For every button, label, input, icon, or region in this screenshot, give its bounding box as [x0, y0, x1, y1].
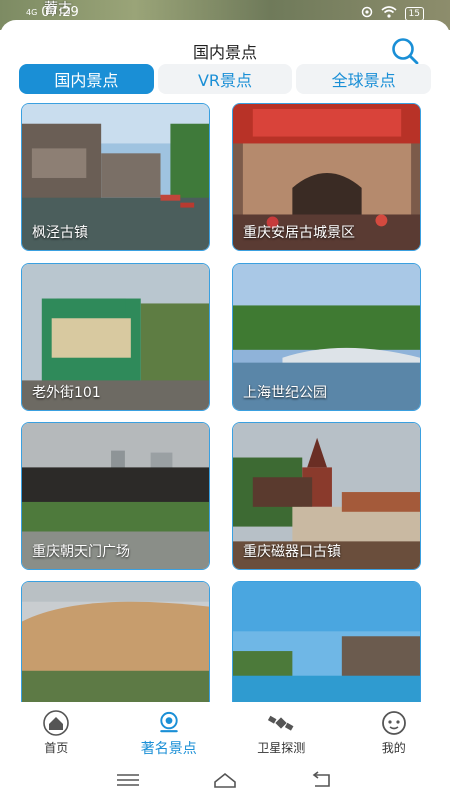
signal-indicator: 4G — [26, 7, 38, 17]
nav-label-profile: 我的 — [381, 741, 406, 755]
nav-item-profile[interactable]: 我的 — [338, 702, 450, 758]
home-icon — [43, 710, 70, 736]
tab-vr[interactable]: VR景点 — [157, 64, 293, 94]
spot-card[interactable]: 上海世纪公园 — [232, 263, 421, 411]
spot-name: 重庆朝天门广场 — [32, 544, 130, 560]
bottom-nav: 首页 著名景点 卫星探测 我的 — [0, 702, 450, 758]
spot-card[interactable]: 重庆磁器口古镇 — [232, 422, 421, 570]
profile-icon — [381, 711, 406, 735]
scenic-spot-icon — [160, 711, 178, 733]
page-title: 国内景点 — [192, 43, 257, 62]
back-icon[interactable] — [309, 770, 335, 790]
tab-domestic[interactable]: 国内景点 — [19, 64, 154, 94]
spot-card[interactable]: 老外街101 — [21, 263, 210, 411]
search-icon — [392, 38, 419, 65]
nav-label-famous-spots: 著名景点 — [140, 741, 197, 757]
spot-name: 重庆安居古城景区 — [243, 225, 355, 241]
spot-name: 重庆磁器口古镇 — [243, 544, 341, 560]
spot-name: 上海世纪公园 — [243, 385, 327, 401]
spot-card[interactable]: 枫泾古镇 — [21, 103, 210, 251]
satellite-icon — [268, 715, 294, 731]
system-nav-bar — [0, 760, 450, 800]
nav-item-satellite[interactable]: 卫星探测 — [225, 702, 338, 758]
home-nav-icon[interactable] — [212, 770, 238, 790]
menu-icon[interactable] — [115, 770, 141, 790]
status-time: 07:29 — [41, 5, 79, 20]
nav-label-home: 首页 — [44, 741, 69, 755]
search-button[interactable] — [390, 36, 420, 66]
category-tabs: 国内景点 VR景点 全球景点 — [19, 64, 432, 94]
nav-item-home[interactable]: 首页 — [0, 702, 113, 758]
tab-global[interactable]: 全球景点 — [296, 64, 432, 94]
spot-name: 枫泾古镇 — [32, 225, 88, 241]
battery-indicator: 15 — [404, 7, 424, 21]
spot-card[interactable]: 重庆安居古城景区 — [232, 103, 421, 251]
nav-item-famous-spots[interactable]: 著名景点 — [113, 702, 226, 758]
nav-label-satellite: 卫星探测 — [257, 741, 306, 755]
spot-card[interactable]: 重庆朝天门广场 — [21, 422, 210, 570]
spot-name: 老外街101 — [32, 385, 101, 401]
